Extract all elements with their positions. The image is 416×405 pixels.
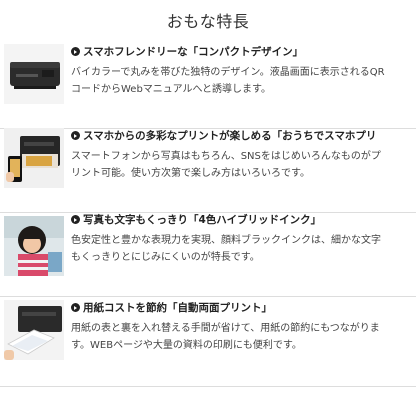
feature-item-smartphone-print: スマホからの多彩なプリントが楽しめる「おうちでスマホプリ スマートフォンから写真… [0,128,416,213]
feature-description: バイカラーで丸みを帯びた独特のデザイン。液晶画面に表示されるQR コードからWe… [71,67,385,95]
child-photo-image [4,216,64,276]
feature-description: 色安定性と豊かな表現力を実現、顔料ブラックインクは、細かな文字 もくっきりとにじ… [71,235,381,263]
printer-smartphone-image [4,128,64,188]
arrow-circle-icon [71,303,80,312]
page-title: おもな特長 [166,12,250,31]
feature-item-duplex-print: 用紙コストを節約「自動両面プリント」 用紙の表と裏を入れ替える手間が省けて、用紙… [0,300,416,385]
feature-description: スマートフォンから写真はもちろん、SNSをはじめいろんなものがプ リント可能。使… [71,151,381,179]
printer-image [4,44,64,104]
feature-heading: 用紙コストを節約「自動両面プリント」 [71,300,410,315]
divider [0,386,416,387]
printer-duplex-image [4,300,64,360]
arrow-circle-icon [71,215,80,224]
feature-item-compact-design: スマホフレンドリーな「コンパクトデザイン」 バイカラーで丸みを帯びた独特のデザイ… [0,44,416,129]
feature-heading: スマホからの多彩なプリントが楽しめる「おうちでスマホプリ [71,128,410,143]
feature-heading: スマホフレンドリーな「コンパクトデザイン」 [71,44,410,59]
feature-item-hybrid-ink: 写真も文字もくっきり「4色ハイブリッドインク」 色安定性と豊かな表現力を実現、顔… [0,212,416,297]
arrow-circle-icon [71,131,80,140]
feature-description: 用紙の表と裏を入れ替える手間が省けて、用紙の節約にもつながりま す。WEBページ… [71,323,380,351]
feature-heading: 写真も文字もくっきり「4色ハイブリッドインク」 [71,212,410,227]
divider [0,296,416,297]
arrow-circle-icon [71,47,80,56]
